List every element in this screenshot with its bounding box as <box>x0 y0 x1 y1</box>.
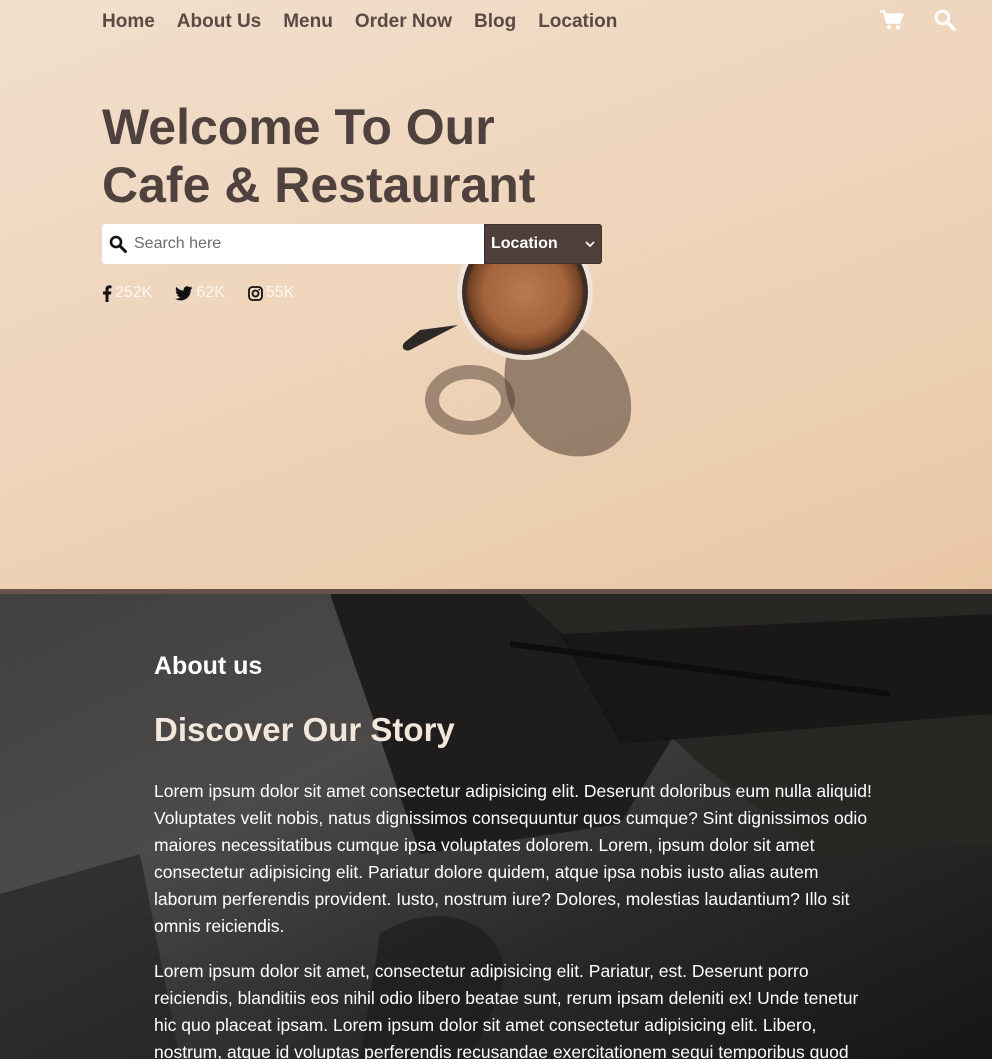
search-submit-button[interactable] <box>102 224 134 264</box>
nav-order-now[interactable]: Order Now <box>355 11 452 33</box>
search-input[interactable] <box>134 224 484 264</box>
hero-section: Home About Us Menu Order Now Blog Locati… <box>0 0 992 589</box>
instagram-stat[interactable]: 55K <box>247 284 295 302</box>
nav-icons <box>850 8 956 36</box>
search-bar: Location <box>102 224 602 264</box>
search-icon <box>109 235 127 253</box>
hero-title: Welcome To Our Cafe & Restaurant <box>102 98 562 214</box>
instagram-count: 55K <box>265 284 295 301</box>
chevron-down-icon <box>585 241 595 248</box>
facebook-stat[interactable]: 252K <box>102 284 152 302</box>
about-section: About us Discover Our Story Lorem ipsum … <box>0 594 992 1059</box>
cart-icon[interactable] <box>880 9 904 35</box>
hero-title-line1: Welcome To Our <box>102 99 495 155</box>
nav-about-us[interactable]: About Us <box>177 11 261 33</box>
about-label: About us <box>154 652 263 680</box>
nav-menu[interactable]: Menu <box>283 11 333 33</box>
social-stats: 252K 62K 55K <box>102 283 317 303</box>
facebook-count: 252K <box>115 284 153 301</box>
location-select[interactable]: Location <box>484 224 602 264</box>
twitter-icon <box>175 285 193 300</box>
about-paragraph-1: Lorem ipsum dolor sit amet consectetur a… <box>154 781 872 936</box>
location-select-value: Location <box>491 235 558 252</box>
about-paragraph-2: Lorem ipsum dolor sit amet, consectetur … <box>154 961 859 1059</box>
twitter-stat[interactable]: 62K <box>175 284 225 302</box>
search-icon[interactable] <box>934 9 956 36</box>
main-nav: Home About Us Menu Order Now Blog Locati… <box>102 8 639 36</box>
facebook-icon <box>103 284 112 302</box>
nav-home[interactable]: Home <box>102 11 155 33</box>
hero-title-line2: Cafe & Restaurant <box>102 157 536 213</box>
nav-location[interactable]: Location <box>538 11 617 33</box>
twitter-count: 62K <box>196 284 225 301</box>
about-heading: Discover Our Story <box>154 711 455 748</box>
nav-blog[interactable]: Blog <box>474 11 516 33</box>
instagram-icon <box>247 285 263 301</box>
